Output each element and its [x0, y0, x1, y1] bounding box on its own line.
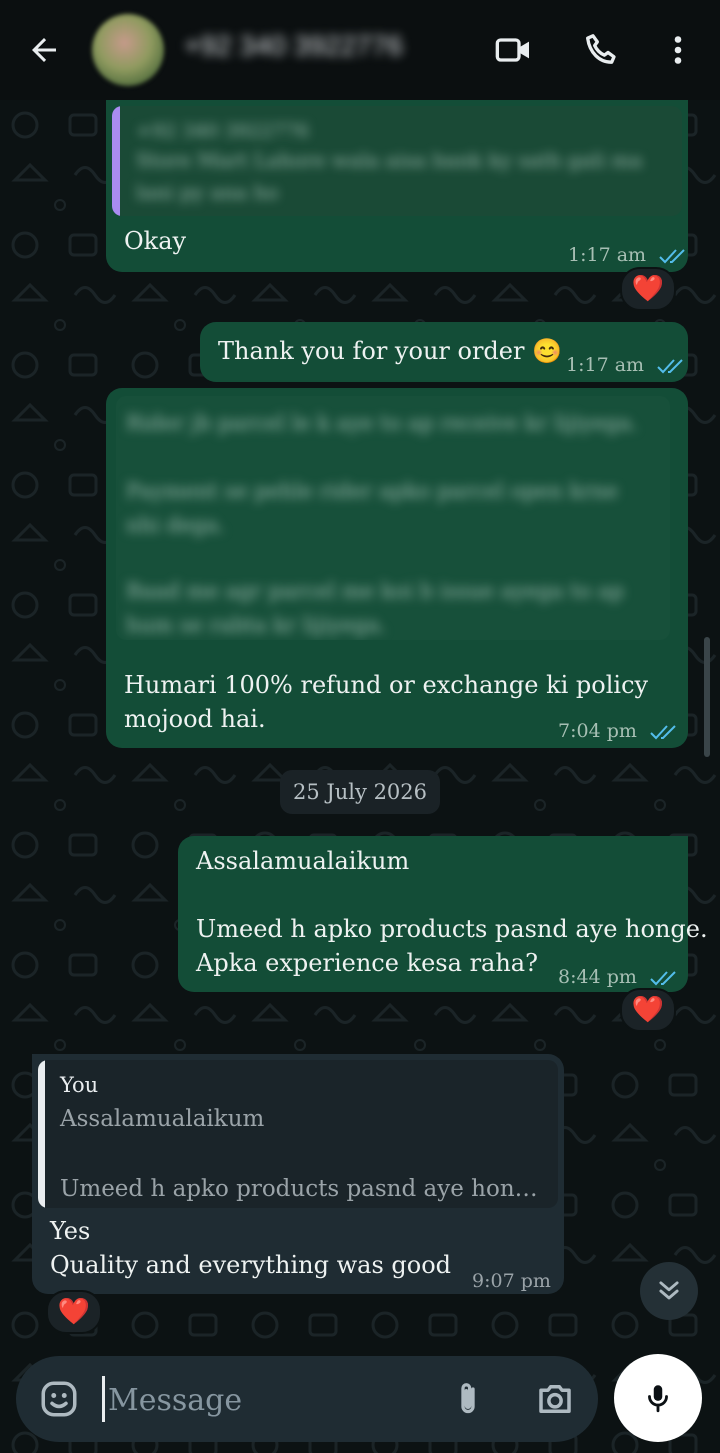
- blurred-line: Baad me agr parcel me koi b issue ayega …: [126, 579, 624, 637]
- quote-text-line: Umeed h apko products pasnd aye hon…: [60, 1176, 538, 1202]
- double-chevron-down-icon: [659, 1281, 679, 1300]
- quote-bar: [38, 1060, 45, 1208]
- quote-text: Store Mart Lahore wala aisa bank ky sath…: [136, 148, 643, 204]
- quote-sender: +92 340 3922776: [136, 120, 310, 142]
- quote-sender: You: [60, 1073, 99, 1097]
- phone-icon[interactable]: [582, 30, 622, 70]
- message-time: 1:17 am: [566, 348, 688, 382]
- message-text-line: mojood hai.: [124, 705, 266, 733]
- blurred-line: Payment se pehle rider apko parcel open …: [126, 479, 619, 537]
- read-ticks-icon: [659, 249, 685, 264]
- outgoing-message[interactable]: Thank you for your order 😊 1:17 am: [200, 322, 688, 382]
- voice-message-button[interactable]: [614, 1354, 702, 1442]
- camera-icon[interactable]: [532, 1378, 578, 1420]
- scrollbar[interactable]: [704, 637, 710, 757]
- message-text-line: Apka experience kesa raha?: [196, 949, 538, 977]
- blurred-text-block: Rider jb parcel le k aye to ap receive k…: [116, 396, 670, 640]
- quoted-message[interactable]: You Assalamualaikum Umeed h apko product…: [38, 1060, 558, 1208]
- outgoing-message[interactable]: +92 340 3922776 Store Mart Lahore wala a…: [106, 100, 688, 272]
- time-label: 1:17 am: [566, 354, 645, 376]
- contact-avatar[interactable]: [92, 14, 164, 86]
- message-input[interactable]: [106, 1372, 410, 1428]
- scroll-to-bottom-button[interactable]: [640, 1262, 698, 1320]
- heart-icon: ❤️: [631, 274, 665, 304]
- read-ticks-icon: [650, 971, 676, 986]
- reaction-heart[interactable]: ❤️: [620, 988, 676, 1032]
- message-text-line: Umeed h apko products pasnd aye honge.: [196, 915, 708, 943]
- time-label: 8:44 pm: [558, 966, 637, 988]
- emoji-icon[interactable]: [38, 1378, 80, 1420]
- contact-name[interactable]: +92 340 3922776: [184, 30, 403, 62]
- message-time: 1:17 am: [568, 238, 690, 272]
- more-vert-icon[interactable]: [660, 30, 696, 70]
- date-separator: 25 July 2026: [280, 770, 440, 814]
- read-ticks-icon: [650, 725, 676, 740]
- quote-bar: [112, 106, 120, 216]
- chat-header: +92 340 3922776: [0, 0, 720, 100]
- message-composer: [16, 1356, 598, 1442]
- mic-icon: [648, 1385, 668, 1413]
- reaction-heart[interactable]: ❤️: [620, 267, 676, 311]
- heart-icon: ❤️: [631, 995, 665, 1025]
- quoted-message[interactable]: +92 340 3922776 Store Mart Lahore wala a…: [112, 106, 682, 216]
- outgoing-message[interactable]: Assalamualaikum Umeed h apko products pa…: [178, 836, 708, 992]
- message-time: 9:07 pm: [472, 1270, 551, 1292]
- time-label: 7:04 pm: [558, 720, 637, 742]
- attach-icon[interactable]: [448, 1378, 488, 1420]
- read-ticks-icon: [657, 359, 683, 374]
- message-text: Thank you for your order 😊: [218, 337, 562, 365]
- message-text-line: Humari 100% refund or exchange ki policy: [124, 671, 649, 699]
- incoming-message[interactable]: You Assalamualaikum Umeed h apko product…: [32, 1054, 564, 1294]
- message-text-line: Quality and everything was good: [50, 1251, 452, 1279]
- video-call-icon[interactable]: [494, 30, 534, 70]
- reaction-heart[interactable]: ❤️: [46, 1290, 102, 1334]
- quote-text-line: Assalamualaikum: [60, 1106, 265, 1132]
- message-text: Okay: [124, 227, 187, 255]
- message-text-line: Yes: [50, 1217, 91, 1245]
- message-text-line: Assalamualaikum: [196, 847, 410, 875]
- message-time: 7:04 pm: [558, 714, 681, 748]
- back-arrow-icon[interactable]: [26, 32, 62, 68]
- text-cursor: [102, 1376, 105, 1422]
- heart-icon: ❤️: [57, 1297, 91, 1327]
- outgoing-message[interactable]: Rider jb parcel le k aye to ap receive k…: [106, 388, 688, 748]
- blurred-line: Rider jb parcel le k aye to ap receive k…: [126, 411, 638, 435]
- time-label: 1:17 am: [568, 244, 647, 266]
